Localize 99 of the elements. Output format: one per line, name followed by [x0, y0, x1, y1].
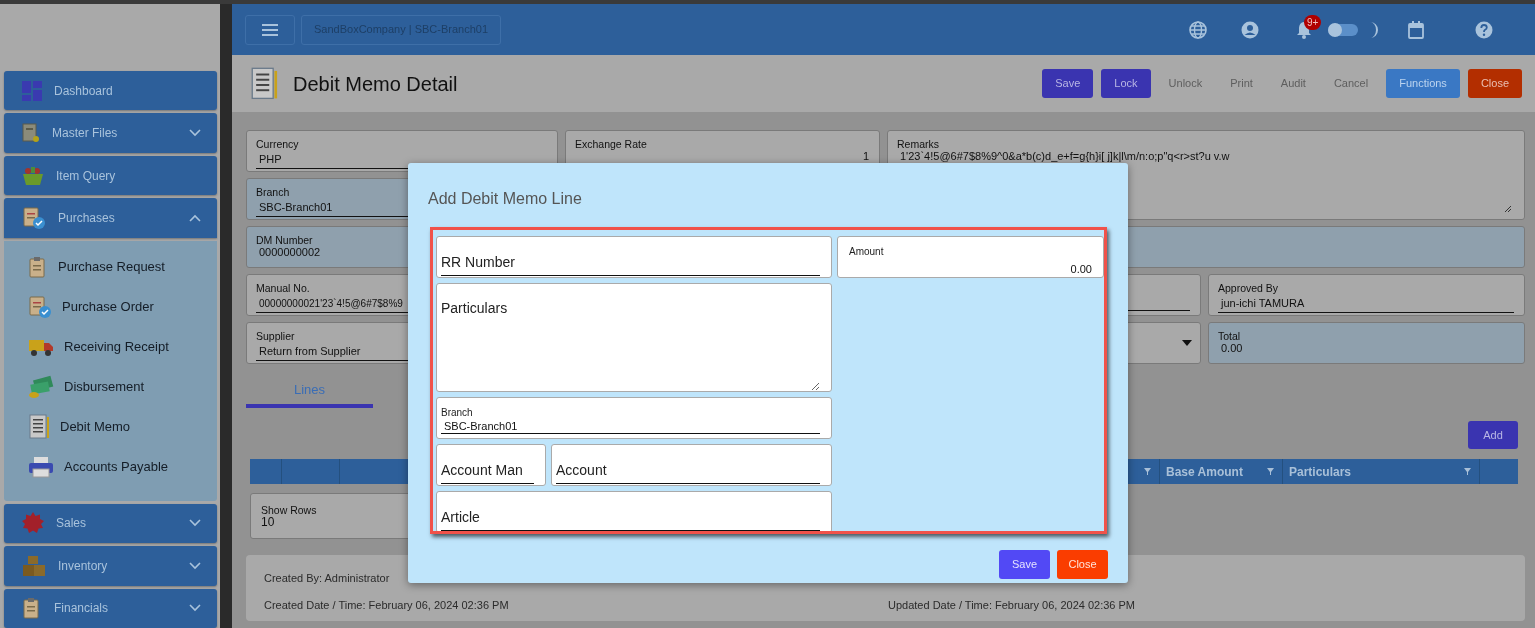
field-label: Branch	[256, 186, 290, 198]
menu-button[interactable]	[245, 14, 295, 45]
sidebar-label: Purchases	[58, 209, 116, 227]
field-value: SBC-Branch01	[258, 201, 333, 213]
filter-icon	[1144, 468, 1151, 475]
badge-icon	[22, 512, 44, 535]
calendar-icon[interactable]	[1408, 20, 1424, 39]
field-value: 0000000002	[258, 246, 321, 258]
field-value: SBC-Branch01	[441, 419, 820, 434]
form-field[interactable]: Approved By jun-ichi TAMURA	[1208, 274, 1525, 316]
clipboard-icon	[22, 205, 46, 230]
field-label: Remarks	[897, 138, 939, 150]
grid-icon	[22, 80, 42, 101]
text-area[interactable]: Particulars	[436, 283, 832, 392]
input-field[interactable]: Amount 0.00	[837, 236, 1104, 278]
field-label: Currency	[256, 138, 299, 150]
caret-down-icon	[1182, 340, 1192, 346]
sidebar-item[interactable]: Financials	[4, 588, 217, 628]
action-button[interactable]: Functions	[1386, 69, 1460, 98]
document-icon	[249, 66, 279, 101]
submenu-label: Purchase Order	[62, 297, 154, 316]
notification-badge: 9+	[1304, 14, 1322, 30]
sidebar-item[interactable]: Item Query	[4, 155, 217, 196]
field-value: jun-ichi TAMURA	[1219, 297, 1305, 309]
clipboard-icon	[22, 597, 42, 620]
field-label: Amount	[849, 245, 885, 258]
sidebar-label: Inventory	[58, 557, 109, 575]
help-icon[interactable]	[1475, 20, 1493, 39]
sidebar-label: Financials	[54, 600, 110, 618]
user-icon[interactable]	[1241, 20, 1259, 39]
basket-icon	[22, 165, 44, 186]
money-icon	[28, 374, 54, 399]
field-value: 0.00	[1220, 342, 1243, 354]
submenu-item[interactable]: Disbursement	[28, 366, 217, 407]
field-value: 1	[861, 150, 869, 162]
submenu-item[interactable]: Accounts Payable	[28, 446, 217, 487]
audit-text: Updated Date / Time: February 06, 2024 02:36 PM	[888, 598, 1137, 613]
sidebar-item[interactable]: Master Files	[4, 113, 217, 153]
action-button[interactable]: Close	[1467, 69, 1522, 98]
submenu-item[interactable]: Receiving Receipt	[28, 326, 217, 367]
submenu-item[interactable]: Purchase Request	[28, 246, 217, 287]
submenu-label: Debit Memo	[60, 417, 131, 436]
action-button[interactable]: Lock	[1101, 69, 1151, 98]
submenu-label: Purchase Request	[58, 257, 165, 276]
form-field[interactable]: Currency PHP	[246, 130, 558, 172]
sidebar-label: Master Files	[52, 125, 119, 143]
menu-icon	[262, 23, 278, 36]
sidebar-item[interactable]: Purchases	[4, 198, 217, 238]
document-icon	[22, 123, 40, 144]
printer-icon	[28, 455, 54, 478]
column-header[interactable]: Base Amount	[1166, 462, 1243, 481]
sidebar-item[interactable]: Dashboard	[4, 71, 217, 111]
boxes-icon	[22, 554, 46, 577]
submenu-label: Disbursement	[64, 377, 145, 396]
audit-text: Created Date / Time: February 06, 2024 02:36 PM	[264, 598, 510, 613]
field-label: Total	[1218, 330, 1241, 342]
field-label: Approved By	[1218, 282, 1279, 294]
sidebar-item[interactable]: Sales	[4, 503, 217, 544]
clipboard-icon	[28, 294, 52, 319]
resize-handle-icon	[1504, 205, 1512, 213]
submenu-label: Accounts Payable	[64, 457, 169, 476]
submenu-item[interactable]: Debit Memo	[28, 406, 217, 447]
field-value: 00000000021'23`4!5@6#7$8%9	[258, 298, 403, 309]
field-value: Return from Supplier	[258, 345, 361, 357]
field-value: 0.00	[1069, 262, 1092, 276]
filter-icon	[1464, 468, 1471, 475]
sidebar-label: Sales	[56, 515, 88, 533]
audit-text: Created By: Administrator	[264, 571, 391, 586]
column-header[interactable]: Particulars	[1289, 462, 1352, 481]
input-field[interactable]: RR Number	[436, 236, 832, 278]
field-label: Manual No.	[256, 282, 310, 294]
clipboard-icon	[28, 255, 48, 278]
document-icon	[28, 413, 50, 440]
field-value: PHP	[258, 153, 282, 165]
filter-icon	[1267, 468, 1274, 475]
input-field[interactable]: Account	[551, 444, 832, 486]
submenu-label: Receiving Receipt	[64, 337, 169, 356]
field-label: Supplier	[256, 330, 295, 342]
field-value: 1'23`4!5@6#7$8%9^0&a*b(c)d_e+f=g{h}i[ j]k|l\m/n:o;p"q<r>st?u v.w	[899, 150, 1230, 162]
field-label: Branch	[441, 406, 474, 419]
dialog-title: Add Debit Memo Line	[428, 189, 583, 209]
submenu-item[interactable]: Purchase Order	[28, 286, 217, 327]
dialog-button[interactable]: Save	[999, 550, 1050, 579]
field-label: Exchange Rate	[575, 138, 647, 150]
sidebar-item[interactable]: Inventory	[4, 546, 217, 586]
page-title: Debit Memo Detail	[293, 71, 458, 97]
field-value: 10	[261, 516, 275, 528]
action-button[interactable]: Save	[1042, 69, 1094, 98]
toggle-switch[interactable]	[1328, 22, 1358, 37]
dialog-button[interactable]: Close	[1057, 550, 1108, 579]
input-field[interactable]: Article	[436, 491, 832, 531]
sidebar-label: Item Query	[56, 167, 117, 185]
add-button[interactable]: Add	[1468, 421, 1518, 449]
field-label: Show Rows	[261, 504, 317, 516]
input-field[interactable]: Account Man	[436, 444, 546, 486]
globe-icon[interactable]	[1189, 20, 1207, 39]
input-field[interactable]: Branch SBC-Branch01	[436, 397, 832, 439]
field-label: DM Number	[256, 234, 313, 246]
sidebar-label: Dashboard	[54, 82, 114, 100]
